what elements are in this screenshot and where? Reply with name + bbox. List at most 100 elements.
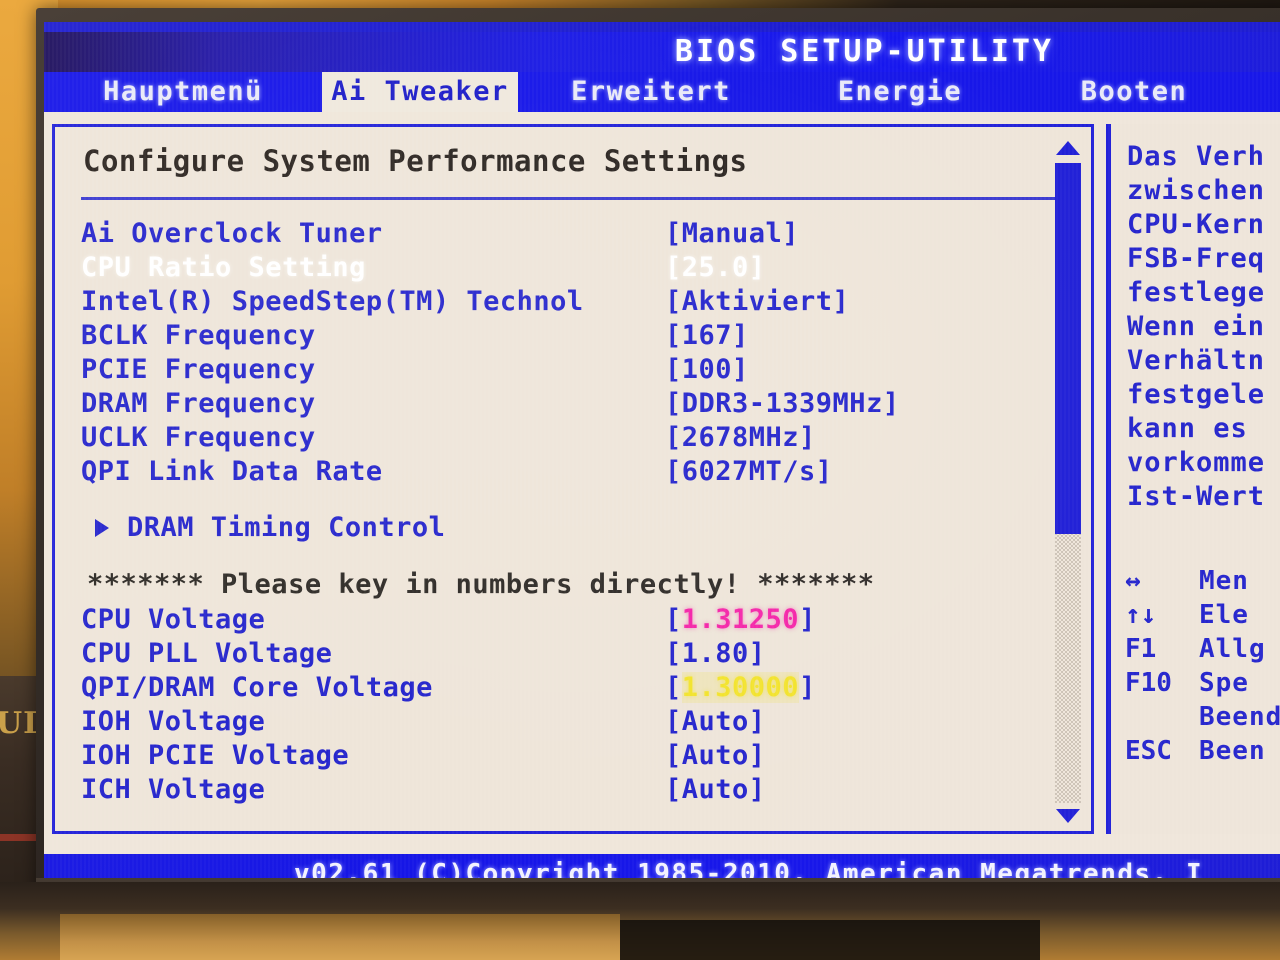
- title-divider: [81, 197, 1061, 200]
- menu-bar[interactable]: Hauptmenü Ai Tweaker Erweitert Energie B…: [44, 72, 1280, 112]
- legend-desc: Been: [1199, 736, 1266, 766]
- help-line: Das Verh: [1127, 141, 1266, 172]
- setting-value[interactable]: [DDR3-1339MHz]: [665, 387, 900, 421]
- voltage-number: Auto: [681, 706, 749, 737]
- legend-desc: Ele: [1199, 600, 1249, 630]
- tab-energie[interactable]: Energie: [784, 72, 1016, 112]
- setting-value[interactable]: [1.31250]: [665, 603, 816, 637]
- settings-panel: Configure System Performance Settings Ai…: [52, 124, 1094, 834]
- help-line: CPU-Kern: [1127, 209, 1266, 240]
- bios-screen: BIOS SETUP-UTILITY Hauptmenü Ai Tweaker …: [44, 22, 1280, 894]
- setting-value[interactable]: [25.0]: [665, 251, 766, 285]
- legend-row-f10[interactable]: F10 Spe: [1125, 666, 1280, 700]
- setting-value[interactable]: [167]: [665, 319, 749, 353]
- help-panel: Das Verh zwischen CPU-Kern FSB-Freq fest…: [1106, 124, 1280, 834]
- desk-surface: [0, 882, 1280, 960]
- setting-label: UCLK Frequency: [81, 422, 316, 453]
- bracket-open: [: [665, 604, 682, 635]
- setting-row-dram-frequency[interactable]: DRAM Frequency [DDR3-1339MHz]: [81, 387, 1071, 421]
- bracket-close: ]: [799, 604, 816, 635]
- tab-booten[interactable]: Booten: [1016, 72, 1252, 112]
- scroll-down-arrow-icon[interactable]: [1056, 809, 1080, 823]
- bracket-close: ]: [748, 774, 766, 805]
- bracket-close: ]: [748, 740, 766, 771]
- setting-row-cpu-ratio-setting[interactable]: CPU Ratio Setting [25.0]: [81, 251, 1071, 285]
- bracket-open: [: [665, 706, 682, 737]
- help-line: vorkomme: [1127, 447, 1266, 478]
- setting-label: DRAM Frequency: [81, 388, 316, 419]
- left-right-arrow-icon: ↔: [1125, 566, 1141, 596]
- section-title: Configure System Performance Settings: [83, 144, 748, 178]
- setting-row-ioh-pcie-voltage[interactable]: IOH PCIE Voltage [Auto]: [81, 739, 1071, 773]
- setting-value[interactable]: [1.30000]: [665, 671, 816, 705]
- bracket-open: [: [665, 672, 682, 703]
- legend-key: F10: [1125, 668, 1172, 698]
- setting-row-qpi-link-data-rate[interactable]: QPI Link Data Rate [6027MT/s]: [81, 455, 1071, 489]
- scroll-up-arrow-icon[interactable]: [1056, 141, 1080, 155]
- key-in-numbers-note: ******* Please key in numbers directly! …: [81, 567, 1071, 603]
- setting-value[interactable]: [Auto]: [665, 739, 766, 773]
- setting-row-pcie-frequency[interactable]: PCIE Frequency [100]: [81, 353, 1071, 387]
- legend-row-f1[interactable]: F1 Allg: [1125, 632, 1280, 666]
- setting-row-qpi-dram-core-voltage[interactable]: QPI/DRAM Core Voltage [1.30000]: [81, 671, 1071, 705]
- setting-row-uclk-frequency[interactable]: UCLK Frequency [2678MHz]: [81, 421, 1071, 455]
- legend-row-f10-continued: Beend: [1125, 700, 1280, 734]
- tab-ai-tweaker[interactable]: Ai Tweaker: [322, 72, 518, 112]
- setting-label: ICH Voltage: [81, 774, 266, 805]
- setting-row-cpu-pll-voltage[interactable]: CPU PLL Voltage [1.80]: [81, 637, 1071, 671]
- setting-label: QPI Link Data Rate: [81, 456, 383, 487]
- setting-row-cpu-voltage[interactable]: CPU Voltage [1.31250]: [81, 603, 1071, 637]
- submenu-row-dram-timing-control[interactable]: DRAM Timing Control: [81, 511, 1071, 545]
- help-line: festgele: [1127, 379, 1266, 410]
- voltage-number: 1.30000: [681, 672, 800, 703]
- submenu-label: DRAM Timing Control: [127, 512, 446, 543]
- legend-row-esc[interactable]: ESC Been: [1125, 734, 1280, 768]
- setting-row-ioh-voltage[interactable]: IOH Voltage [Auto]: [81, 705, 1071, 739]
- tab-erweitert[interactable]: Erweitert: [518, 72, 784, 112]
- setting-row-ich-voltage[interactable]: ICH Voltage [Auto]: [81, 773, 1071, 807]
- legend-key: F1: [1125, 634, 1157, 664]
- scrollbar[interactable]: [1053, 141, 1083, 823]
- setting-value[interactable]: [6027MT/s]: [665, 455, 833, 489]
- setting-value[interactable]: [Manual]: [665, 217, 799, 251]
- bracket-open: [: [665, 740, 682, 771]
- setting-row-ai-overclock-tuner[interactable]: Ai Overclock Tuner [Manual]: [81, 217, 1071, 251]
- setting-row-intel-speedstep[interactable]: Intel(R) SpeedStep(TM) Technol [Aktivier…: [81, 285, 1071, 319]
- setting-row-bclk-frequency[interactable]: BCLK Frequency [167]: [81, 319, 1071, 353]
- setting-value[interactable]: [1.80]: [665, 637, 766, 671]
- setting-value[interactable]: [Aktiviert]: [665, 285, 849, 319]
- help-line: FSB-Freq: [1127, 243, 1266, 274]
- setting-label: CPU Ratio Setting: [81, 252, 366, 283]
- help-line: Wenn ein: [1127, 311, 1266, 342]
- help-text: Das Verh zwischen CPU-Kern FSB-Freq fest…: [1127, 140, 1280, 514]
- setting-label: CPU PLL Voltage: [81, 638, 333, 669]
- settings-list: Ai Overclock Tuner [Manual] CPU Ratio Se…: [81, 217, 1071, 807]
- setting-label: IOH PCIE Voltage: [81, 740, 350, 771]
- up-down-arrow-icon: ↑↓: [1125, 600, 1157, 630]
- legend-key: ESC: [1125, 736, 1172, 766]
- setting-value[interactable]: [Auto]: [665, 773, 766, 807]
- tab-hauptmenue[interactable]: Hauptmenü: [44, 72, 322, 112]
- help-line: festlege: [1127, 277, 1266, 308]
- voltage-number: Auto: [681, 774, 749, 805]
- setting-label: QPI/DRAM Core Voltage: [81, 672, 433, 703]
- setting-label: PCIE Frequency: [81, 354, 316, 385]
- legend-row-left-right[interactable]: ↔ Men: [1125, 564, 1280, 598]
- bracket-open: [: [665, 638, 682, 669]
- setting-label: Ai Overclock Tuner: [81, 218, 383, 249]
- voltage-number: 1.80: [681, 638, 749, 669]
- triangle-right-icon: [95, 519, 109, 537]
- setting-value[interactable]: [2678MHz]: [665, 421, 816, 455]
- help-line: zwischen: [1127, 175, 1266, 206]
- legend-row-up-down[interactable]: ↑↓ Ele: [1125, 598, 1280, 632]
- setting-value[interactable]: [100]: [665, 353, 749, 387]
- bracket-close: ]: [748, 638, 766, 669]
- key-legend: ↔ Men ↑↓ Ele F1 Allg F10 Spe Beend ESC B…: [1125, 564, 1280, 768]
- setting-value[interactable]: [Auto]: [665, 705, 766, 739]
- setting-label: Intel(R) SpeedStep(TM) Technol: [81, 286, 584, 317]
- legend-desc: Spe: [1199, 668, 1249, 698]
- scrollbar-thumb[interactable]: [1055, 163, 1081, 535]
- bracket-open: [: [665, 774, 682, 805]
